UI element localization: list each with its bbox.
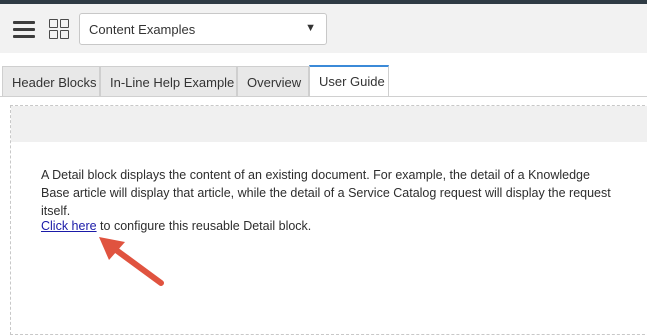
tab-bar: Header Blocks In-Line Help Example Overv… bbox=[0, 53, 647, 97]
tab-overview[interactable]: Overview bbox=[237, 66, 309, 96]
tab-label: Header Blocks bbox=[12, 75, 97, 90]
configure-line: Click here to configure this reusable De… bbox=[41, 219, 311, 233]
configure-text: to configure this reusable Detail block. bbox=[96, 219, 312, 233]
detail-block-header bbox=[11, 106, 647, 142]
tab-header-blocks[interactable]: Header Blocks bbox=[2, 66, 100, 96]
grid-icon[interactable] bbox=[49, 19, 69, 39]
click-here-link[interactable]: Click here bbox=[41, 219, 97, 233]
tab-label: Overview bbox=[247, 75, 302, 90]
tab-label: In-Line Help Example bbox=[110, 75, 235, 90]
toolbar: Content Examples ▼ bbox=[0, 4, 647, 54]
annotation-arrow-icon bbox=[99, 237, 164, 286]
dropdown-selected-value: Content Examples bbox=[89, 22, 196, 37]
tab-label: User Guide bbox=[319, 74, 385, 89]
detail-description: A Detail block displays the content of a… bbox=[41, 168, 611, 218]
caret-down-icon: ▼ bbox=[305, 22, 316, 34]
hamburger-menu-icon[interactable] bbox=[13, 21, 35, 39]
tabs-divider bbox=[0, 96, 647, 97]
tab-in-line-help-example[interactable]: In-Line Help Example bbox=[100, 66, 237, 96]
content-selector-dropdown[interactable]: Content Examples ▼ bbox=[79, 13, 327, 45]
arrow-shaft bbox=[109, 244, 164, 286]
tab-user-guide[interactable]: User Guide bbox=[309, 65, 389, 97]
